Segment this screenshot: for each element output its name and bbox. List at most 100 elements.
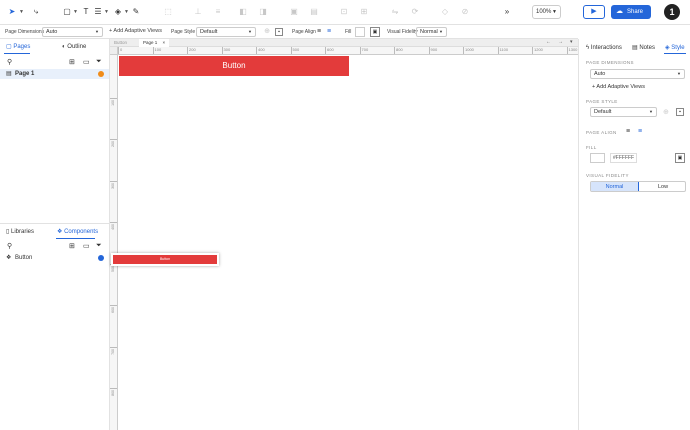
add-component-icon[interactable]: ⊞	[69, 242, 75, 250]
group-icon[interactable]: ▣	[289, 7, 299, 17]
double-chevron-right-icon[interactable]: »	[502, 7, 512, 17]
vertical-ruler: 100200300400500600700800900	[110, 55, 118, 430]
canvas-button-widget[interactable]: Button	[119, 56, 349, 76]
fill-image-icon[interactable]: ▣	[370, 27, 380, 37]
chevron-down-icon[interactable]: ▼	[104, 9, 109, 15]
edit-style-icon[interactable]: ▪	[676, 108, 684, 116]
chevron-down-icon[interactable]: ▼	[124, 9, 129, 15]
visual-fidelity-value: Normal	[420, 29, 438, 35]
visual-fidelity-select[interactable]: Normal ▼	[416, 27, 447, 37]
add-folder-icon[interactable]: ▭	[83, 242, 90, 250]
fill-label: Fill	[345, 29, 352, 35]
flip-icon[interactable]: ⇋	[390, 7, 400, 17]
list-item[interactable]: ❖ Button	[0, 253, 109, 263]
lock-icon[interactable]: ⊡	[339, 7, 349, 17]
connector-tool-icon[interactable]: ⤷	[31, 7, 41, 17]
page-style-select[interactable]: Default ▼	[590, 107, 657, 117]
ruler-tick	[110, 97, 117, 99]
tab-outline[interactable]: ◐ Outline	[62, 43, 86, 51]
ruler-tick-label: 1100	[499, 47, 509, 52]
edit-style-icon[interactable]: ▪	[275, 28, 283, 36]
doc-tab-button[interactable]: Button	[114, 40, 127, 45]
pages-icon: ▢	[6, 44, 12, 50]
add-adaptive-views-link[interactable]: + Add Adaptive Views	[592, 84, 645, 90]
doc-tab-page1-label: Page 1	[143, 40, 158, 45]
rectangle-tool-icon[interactable]: ▢	[62, 7, 72, 17]
filter-icon[interactable]: ⏷	[96, 242, 102, 250]
tab-style-label: Style	[671, 45, 685, 51]
notification-badge	[98, 71, 104, 77]
tab-interactions[interactable]: ϟ Interactions	[586, 44, 622, 52]
ruler-tick-label: 100	[154, 47, 162, 52]
add-adaptive-views-link[interactable]: + Add Adaptive Views	[109, 28, 162, 34]
pointer-tool-icon[interactable]: ➤	[7, 7, 17, 17]
ruler-tick	[566, 47, 568, 54]
ruler-tick	[497, 47, 499, 54]
send-back-icon[interactable]: ◨	[258, 7, 268, 17]
ruler-tick-label: 700	[111, 348, 115, 355]
align-left-icon[interactable]: ≡	[317, 28, 321, 35]
filter-icon[interactable]: ⏷	[96, 58, 102, 66]
distribute-icon[interactable]: ≡	[213, 7, 223, 17]
component-preview: Button	[111, 253, 219, 266]
add-folder-icon[interactable]: ▭	[83, 58, 90, 66]
bring-front-icon[interactable]: ◧	[238, 7, 248, 17]
doc-tab-page1[interactable]: Page 1 ×	[139, 39, 170, 47]
widget-tool-icon[interactable]: ☰	[93, 7, 103, 17]
text-tool-icon[interactable]: T	[81, 7, 91, 17]
share-button[interactable]: ☁ Share	[611, 5, 651, 19]
ruler-tick	[110, 388, 117, 389]
chevron-down-icon[interactable]: ▼	[19, 9, 24, 15]
fill-hex-input[interactable]: #FFFFFF	[610, 153, 637, 163]
link-icon[interactable]: ⊘	[460, 7, 470, 17]
align-left-icon[interactable]: ≡	[626, 128, 630, 135]
rotate-icon[interactable]: ⟳	[410, 7, 420, 17]
add-page-icon[interactable]: ⊞	[69, 58, 75, 66]
ruler-tick-label: 200	[189, 47, 196, 52]
tab-notes[interactable]: ▤ Notes	[632, 44, 655, 52]
ruler-tick-label: 1300	[568, 47, 578, 52]
page-dimensions-select[interactable]: Auto ▼	[590, 69, 685, 79]
search-icon[interactable]: ⚲	[7, 242, 12, 250]
fill-color-swatch[interactable]	[590, 153, 605, 163]
fill-image-icon[interactable]: ▣	[675, 153, 685, 163]
arrow-left-icon[interactable]: ←	[546, 39, 551, 45]
close-icon[interactable]: ×	[163, 40, 166, 45]
fidelity-low-option[interactable]: Low	[639, 182, 685, 191]
chevron-down-icon: ▼	[95, 29, 99, 34]
page-dimensions-select[interactable]: Auto ▼	[42, 27, 103, 37]
component-icon[interactable]: ◇	[440, 7, 450, 17]
manage-styles-icon[interactable]: ⊕	[663, 108, 669, 116]
manage-styles-icon[interactable]: ⊕	[262, 27, 272, 37]
pen-tool-icon[interactable]: ✎	[131, 7, 141, 17]
avatar[interactable]: 1	[664, 4, 680, 20]
page-dimensions-value: Auto	[46, 29, 58, 35]
play-icon: ▶	[591, 8, 597, 15]
preview-button[interactable]: ▶	[583, 5, 605, 19]
zoom-select[interactable]: 100% ▼	[532, 5, 561, 19]
page-style-select[interactable]: Default ▼	[196, 27, 256, 37]
tab-components[interactable]: ❖ Components	[57, 228, 98, 236]
canvas[interactable]	[118, 55, 578, 430]
ruler-tick	[532, 47, 533, 54]
tab-pages[interactable]: ▢ Pages	[6, 43, 30, 51]
fill-tool-icon[interactable]: ◈	[113, 7, 123, 17]
components-icon: ❖	[57, 229, 63, 235]
unlock-icon[interactable]: ⊞	[359, 7, 369, 17]
tab-style[interactable]: ◈ Style	[665, 44, 685, 52]
crop-icon[interactable]: ⬚	[163, 7, 173, 17]
align-icon[interactable]: ⊥	[193, 7, 203, 17]
tab-libraries[interactable]: ▯ Libraries	[6, 228, 34, 236]
chevron-down-icon[interactable]: ▾	[570, 39, 573, 45]
arrow-right-icon[interactable]: →	[558, 39, 563, 45]
fidelity-normal-option[interactable]: Normal	[591, 182, 639, 191]
fill-color-swatch[interactable]	[355, 27, 365, 37]
ruler-tick-label: 500	[111, 265, 115, 272]
chevron-down-icon[interactable]: ▼	[73, 9, 78, 15]
list-item[interactable]: ▤ Page 1	[0, 69, 109, 79]
align-center-icon[interactable]: ≡	[327, 28, 331, 35]
ungroup-icon[interactable]: ▤	[309, 7, 319, 17]
align-center-icon[interactable]: ≡	[638, 128, 642, 135]
ruler-tick-label: 1000	[465, 47, 474, 52]
search-icon[interactable]: ⚲	[7, 58, 12, 66]
